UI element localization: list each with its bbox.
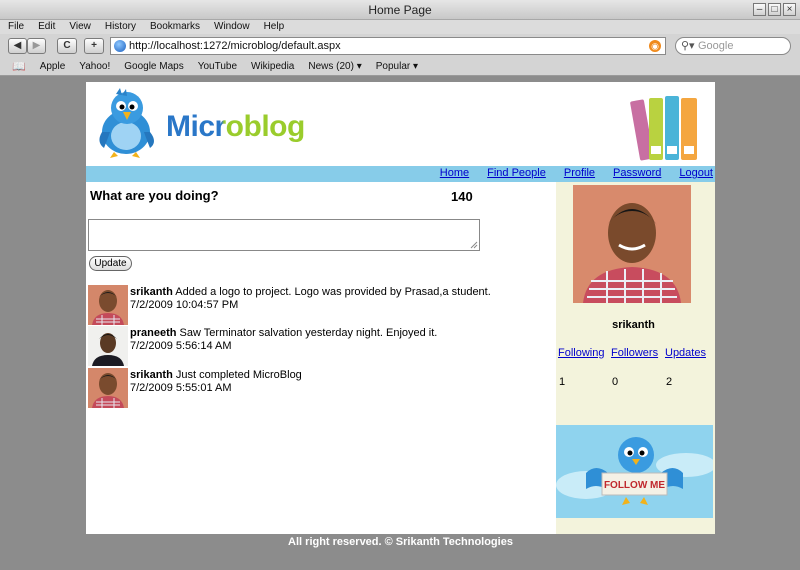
follow-me-banner[interactable]: FOLLOW ME <box>556 425 713 518</box>
updates-count: 2 <box>666 376 673 388</box>
nav-home-link[interactable]: Home <box>440 167 469 179</box>
site-header: Microblog <box>86 82 715 166</box>
post-text: Just completed MicroBlog <box>175 369 302 381</box>
follow-me-text: FOLLOW ME <box>604 480 665 491</box>
back-button[interactable]: ◀ <box>8 38 27 54</box>
bookmarks-bar: 📖 Apple Yahoo! Google Maps YouTube Wikip… <box>0 58 800 76</box>
menu-bookmarks[interactable]: Bookmarks <box>150 20 200 34</box>
profile-username: srikanth <box>612 319 655 331</box>
post-username[interactable]: srikanth <box>130 286 173 298</box>
menu-window[interactable]: Window <box>214 20 250 34</box>
post-timestamp: 7/2/2009 10:04:57 PM <box>130 299 239 311</box>
forward-button[interactable]: ▶ <box>27 38 46 54</box>
post-timestamp: 7/2/2009 5:56:14 AM <box>130 340 232 352</box>
nav-password-link[interactable]: Password <box>613 167 661 179</box>
following-link[interactable]: Following <box>558 347 604 359</box>
window-titlebar: Home Page – □ × <box>0 0 800 20</box>
menu-view[interactable]: View <box>69 20 91 34</box>
maximize-button[interactable]: □ <box>768 3 781 16</box>
followers-link[interactable]: Followers <box>611 347 658 359</box>
status-prompt: What are you doing? <box>90 188 219 203</box>
add-bookmark-button[interactable]: + <box>84 38 104 54</box>
address-bar[interactable]: http://localhost:1272/microblog/default.… <box>110 37 666 55</box>
nav-logout-link[interactable]: Logout <box>679 167 713 179</box>
followers-count: 0 <box>612 376 619 388</box>
search-input[interactable]: ⚲▾ Google <box>675 37 791 55</box>
bookmark-popular[interactable]: Popular ▾ <box>376 58 418 75</box>
nav-profile-link[interactable]: Profile <box>564 167 595 179</box>
profile-sidebar: srikanth Following Followers Updates 1 0… <box>556 182 715 534</box>
twitter-bird-logo <box>99 88 154 158</box>
post-timestamp: 7/2/2009 5:55:01 AM <box>130 382 232 394</box>
site-logo-text: Microblog <box>166 110 305 143</box>
post-item: srikanth Added a logo to project. Logo w… <box>88 285 548 325</box>
updates-link[interactable]: Updates <box>665 347 706 359</box>
bookmark-youtube[interactable]: YouTube <box>198 58 237 75</box>
char-counter: 140 <box>451 189 473 204</box>
post-text: Added a logo to project. Logo was provid… <box>175 286 491 298</box>
nav-band: Home Find People Profile Password Logout <box>86 166 715 182</box>
nav-find-people-link[interactable]: Find People <box>487 167 546 179</box>
bookmark-google-maps[interactable]: Google Maps <box>124 58 183 75</box>
user-avatar[interactable] <box>88 326 128 366</box>
window-title: Home Page <box>368 3 432 17</box>
close-button[interactable]: × <box>783 3 796 16</box>
site-footer: All right reserved. © Srikanth Technolog… <box>86 534 715 550</box>
update-button[interactable]: Update <box>89 256 132 271</box>
globe-icon <box>114 40 126 52</box>
profile-photo <box>573 185 691 303</box>
post-item: srikanth Just completed MicroBlog 7/2/20… <box>88 368 548 408</box>
post-username[interactable]: praneeth <box>130 327 176 339</box>
rss-icon[interactable]: ◉ <box>649 40 661 52</box>
minimize-button[interactable]: – <box>753 3 766 16</box>
user-avatar[interactable] <box>88 285 128 325</box>
post-body: srikanth Just completed MicroBlog 7/2/20… <box>130 369 302 395</box>
search-placeholder: Google <box>698 40 734 52</box>
search-icon: ⚲▾ <box>681 40 695 52</box>
menu-help[interactable]: Help <box>264 20 285 34</box>
window-controls: – □ × <box>753 3 796 16</box>
browser-toolbar: ◀ ▶ C + http://localhost:1272/microblog/… <box>0 34 800 58</box>
status-textarea[interactable] <box>88 219 480 251</box>
menu-bar: File Edit View History Bookmarks Window … <box>0 20 800 34</box>
user-avatar[interactable] <box>88 368 128 408</box>
reading-list-icon[interactable]: 📖 <box>12 58 26 75</box>
menu-file[interactable]: File <box>8 20 24 34</box>
following-count: 1 <box>559 376 566 388</box>
reload-button[interactable]: C <box>57 38 77 54</box>
menu-edit[interactable]: Edit <box>38 20 55 34</box>
url-text: http://localhost:1272/microblog/default.… <box>129 40 341 52</box>
web-page: Microblog Home Find People Profile Passw… <box>86 82 715 550</box>
site-nav: Home Find People Profile Password Logout <box>440 167 713 179</box>
post-username[interactable]: srikanth <box>130 369 173 381</box>
menu-history[interactable]: History <box>105 20 136 34</box>
resize-handle-icon[interactable] <box>470 241 478 249</box>
books-icon <box>630 96 697 161</box>
bookmark-wikipedia[interactable]: Wikipedia <box>251 58 294 75</box>
post-text: Saw Terminator salvation yesterday night… <box>179 327 438 339</box>
bookmark-apple[interactable]: Apple <box>40 58 66 75</box>
post-body: praneeth Saw Terminator salvation yester… <box>130 327 437 353</box>
main-content: What are you doing? 140 Update srikanth … <box>86 182 556 534</box>
post-item: praneeth Saw Terminator salvation yester… <box>88 326 548 366</box>
post-body: srikanth Added a logo to project. Logo w… <box>130 286 491 312</box>
bookmark-news[interactable]: News (20) ▾ <box>308 58 361 75</box>
bookmark-yahoo[interactable]: Yahoo! <box>79 58 110 75</box>
